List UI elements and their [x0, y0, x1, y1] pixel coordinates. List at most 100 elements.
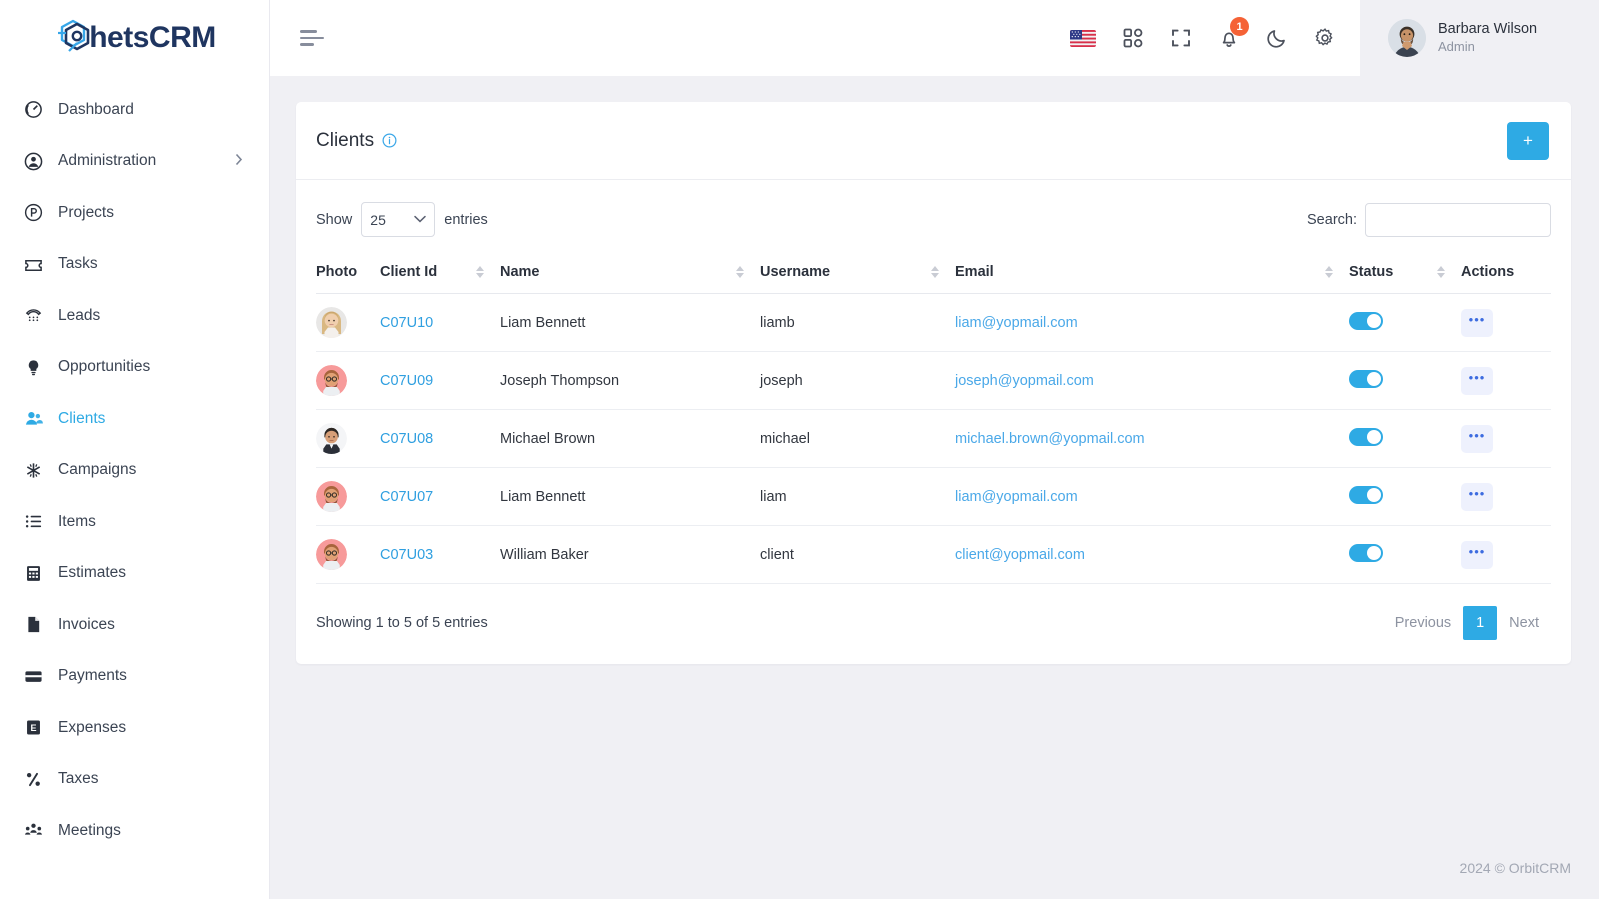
sidebar-item-projects[interactable]: Projects — [0, 187, 269, 239]
client-id-link[interactable]: C07U09 — [380, 373, 433, 389]
table-row: C07U10 Liam Bennett liamb liam@yopmail.c… — [316, 293, 1551, 352]
row-actions-button[interactable]: ••• — [1461, 482, 1493, 511]
email-link[interactable]: client@yopmail.com — [955, 547, 1085, 563]
sidebar-item-label: Expenses — [58, 718, 127, 736]
email-link[interactable]: liam@yopmail.com — [955, 315, 1078, 331]
status-toggle[interactable] — [1349, 311, 1383, 330]
topbar: 1 Barbara Wilson Admin — [270, 0, 1599, 76]
sidebar-item-clients[interactable]: Clients — [0, 393, 269, 445]
cell-actions: ••• — [1461, 525, 1551, 584]
main-area: 1 Barbara Wilson Admin Clients + Show 25… — [270, 0, 1599, 899]
sidebar-item-label: Dashboard — [58, 100, 134, 118]
client-id-link[interactable]: C07U08 — [380, 431, 433, 447]
cell-status — [1349, 525, 1461, 584]
hamburger-icon[interactable] — [298, 24, 326, 52]
lightbulb-icon — [24, 357, 50, 377]
fullscreen-icon[interactable] — [1170, 27, 1192, 49]
cell-client-id: C07U03 — [380, 525, 500, 584]
sort-arrows-icon[interactable] — [736, 266, 744, 278]
search-input[interactable] — [1365, 202, 1551, 237]
apps-grid-icon[interactable] — [1122, 27, 1144, 49]
phone-icon — [24, 306, 50, 326]
sidebar-item-payments[interactable]: Payments — [0, 651, 269, 703]
column-header-client-id[interactable]: Client Id — [380, 255, 500, 294]
sidebar-item-opportunities[interactable]: Opportunities — [0, 342, 269, 394]
pagination-page-1[interactable]: 1 — [1463, 606, 1498, 640]
client-id-link[interactable]: C07U07 — [380, 489, 433, 505]
profile-menu[interactable]: Barbara Wilson Admin — [1360, 0, 1599, 76]
sidebar-item-label: Clients — [58, 409, 106, 427]
cell-client-id: C07U10 — [380, 293, 500, 352]
sidebar-item-label: Items — [58, 512, 96, 530]
sidebar-item-label: Projects — [58, 203, 114, 221]
notification-badge: 1 — [1230, 17, 1249, 36]
search-label: Search: — [1307, 211, 1357, 228]
sidebar-item-administration[interactable]: Administration — [0, 136, 269, 188]
column-header-username[interactable]: Username — [760, 255, 955, 294]
logo-text: hetsCRM — [89, 21, 216, 54]
cell-photo — [316, 409, 380, 468]
column-header-actions: Actions — [1461, 255, 1551, 294]
client-id-link[interactable]: C07U03 — [380, 547, 433, 563]
status-toggle[interactable] — [1349, 427, 1383, 446]
sidebar-item-campaigns[interactable]: Campaigns — [0, 445, 269, 497]
svg-text:E: E — [30, 723, 36, 733]
status-toggle[interactable] — [1349, 543, 1383, 562]
row-actions-button[interactable]: ••• — [1461, 540, 1493, 569]
email-link[interactable]: michael.brown@yopmail.com — [955, 431, 1145, 447]
page-length-select[interactable]: 25 — [361, 202, 436, 237]
user-circle-icon — [24, 151, 50, 171]
sidebar-item-tasks[interactable]: Tasks — [0, 239, 269, 291]
column-label: Status — [1349, 264, 1394, 280]
sort-arrows-icon[interactable] — [476, 266, 484, 278]
sort-arrows-icon[interactable] — [1325, 266, 1333, 278]
p-circle-icon — [24, 203, 50, 223]
client-id-link[interactable]: C07U10 — [380, 315, 433, 331]
settings-gear-icon[interactable] — [1314, 27, 1336, 49]
datatable-footer: Showing 1 to 5 of 5 entries Previous 1 N… — [316, 584, 1551, 664]
expense-icon: E — [24, 718, 50, 738]
table-row: C07U03 William Baker client client@yopma… — [316, 525, 1551, 584]
sidebar-item-meetings[interactable]: Meetings — [0, 805, 269, 857]
avatar — [1388, 19, 1426, 57]
email-link[interactable]: liam@yopmail.com — [955, 489, 1078, 505]
row-actions-button[interactable]: ••• — [1461, 424, 1493, 453]
card-header: Clients + — [296, 102, 1571, 179]
column-header-email[interactable]: Email — [955, 255, 1349, 294]
credit-card-icon — [24, 666, 50, 686]
clients-card: Clients + Show 25 entries Search: Photo … — [296, 102, 1571, 664]
email-link[interactable]: joseph@yopmail.com — [955, 373, 1094, 389]
info-circle-icon[interactable] — [382, 133, 397, 148]
sort-arrows-icon[interactable] — [931, 266, 939, 278]
sidebar-item-dashboard[interactable]: Dashboard — [0, 84, 269, 136]
cell-name: Liam Bennett — [500, 467, 760, 526]
sidebar-item-invoices[interactable]: Invoices — [0, 599, 269, 651]
sidebar-item-leads[interactable]: Leads — [0, 290, 269, 342]
row-actions-button[interactable]: ••• — [1461, 366, 1493, 395]
column-label: Photo — [316, 264, 358, 280]
cell-client-id: C07U09 — [380, 351, 500, 410]
sort-arrows-icon[interactable] — [1437, 266, 1445, 278]
pagination-next[interactable]: Next — [1497, 606, 1551, 640]
page-length-control: Show 25 entries — [316, 202, 488, 237]
dark-mode-moon-icon[interactable] — [1266, 27, 1288, 49]
sidebar-item-label: Tasks — [58, 255, 98, 273]
sidebar-item-items[interactable]: Items — [0, 496, 269, 548]
status-toggle[interactable] — [1349, 369, 1383, 388]
sidebar-item-taxes[interactable]: Taxes — [0, 754, 269, 806]
add-client-button[interactable]: + — [1507, 121, 1549, 160]
column-header-status[interactable]: Status — [1349, 255, 1461, 294]
sidebar-item-expenses[interactable]: E Expenses — [0, 702, 269, 754]
language-flag-us-icon[interactable] — [1070, 29, 1096, 47]
datatable-controls: Show 25 entries Search: — [316, 180, 1551, 255]
sidebar-item-estimates[interactable]: Estimates — [0, 548, 269, 600]
status-toggle[interactable] — [1349, 485, 1383, 504]
column-header-name[interactable]: Name — [500, 255, 760, 294]
bearded-man-glasses-avatar — [316, 539, 347, 570]
notifications-bell-icon[interactable]: 1 — [1218, 17, 1249, 49]
pagination-previous[interactable]: Previous — [1383, 606, 1463, 640]
row-actions-button[interactable]: ••• — [1461, 308, 1493, 337]
page-content: Clients + Show 25 entries Search: Photo … — [270, 76, 1599, 837]
cell-client-id: C07U08 — [380, 409, 500, 468]
brand-logo[interactable]: hetsCRM — [0, 0, 269, 76]
